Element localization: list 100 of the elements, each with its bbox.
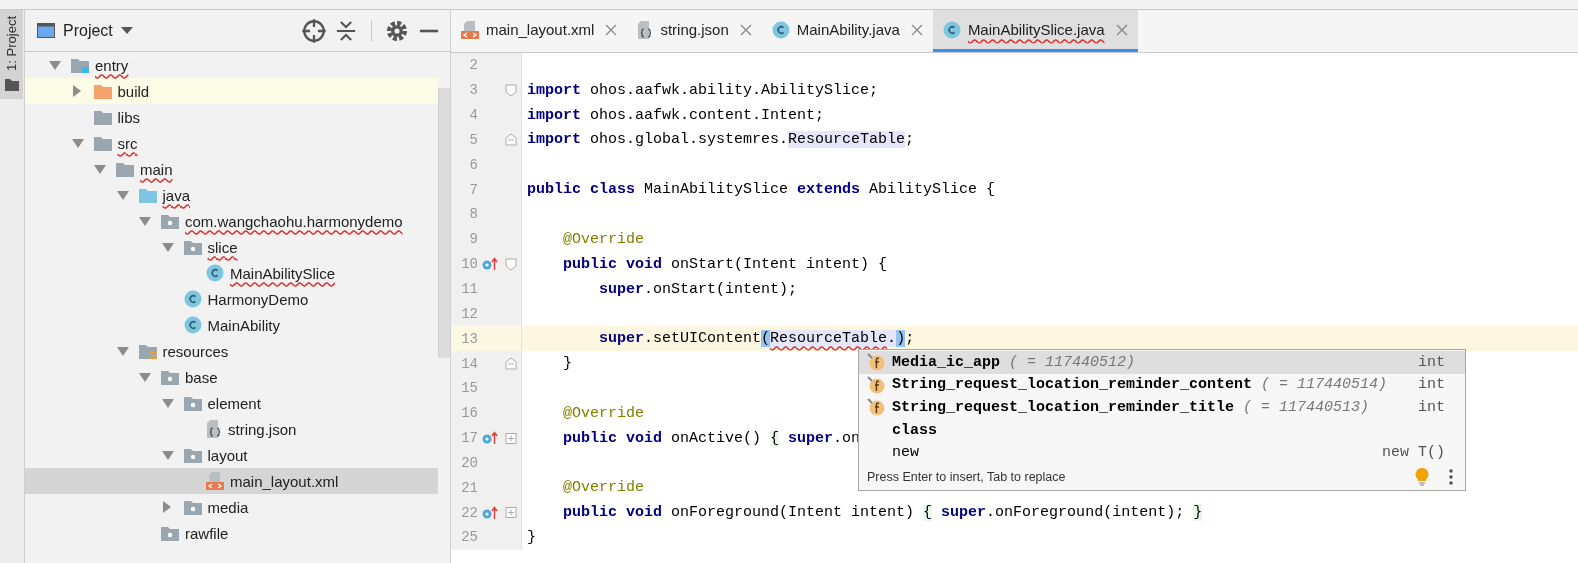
scrollbar-thumb[interactable] (438, 88, 450, 358)
code-line: @Override (562, 479, 645, 497)
line-number: 15 (460, 380, 478, 397)
caret-down-icon[interactable] (139, 372, 151, 382)
line-number: 3 (468, 82, 478, 99)
editor-tab[interactable]: MainAbility.java (761, 10, 933, 52)
caret-down-icon[interactable] (161, 450, 174, 460)
line-number: 13 (460, 330, 478, 347)
tree-item[interactable]: com.wangchaohu.harmonydemo (25, 208, 438, 234)
caret-down-icon[interactable] (49, 60, 61, 70)
project-view-selector[interactable]: Project (37, 21, 133, 40)
tree-item[interactable]: libs (25, 104, 438, 130)
close-icon[interactable] (605, 23, 618, 36)
crosshair-icon[interactable] (301, 17, 327, 44)
window-icon (37, 23, 55, 38)
fold-icon[interactable] (505, 133, 517, 147)
line-number: 7 (468, 181, 478, 198)
fold-icon[interactable] (505, 357, 517, 371)
close-icon[interactable] (910, 23, 923, 36)
line-number: 10 (460, 256, 478, 273)
tree-item[interactable]: entry (25, 52, 438, 78)
expand-fold-icon[interactable] (505, 431, 517, 445)
line-number: 2 (468, 57, 478, 74)
caret-down-icon[interactable] (94, 164, 106, 174)
editor-tab[interactable]: main_layout.xml (451, 10, 628, 52)
json-file-icon (206, 420, 222, 438)
line-number: 5 (468, 131, 478, 148)
editor-tab[interactable]: string.json (627, 10, 762, 52)
folder-icon (138, 187, 157, 203)
override-gutter-icon[interactable] (482, 257, 498, 272)
override-gutter-icon[interactable] (482, 505, 498, 520)
folder-icon (93, 135, 112, 151)
tree-item[interactable]: main_layout.xml (25, 468, 438, 494)
more-options-icon[interactable] (1449, 468, 1453, 485)
caret-down-icon[interactable] (116, 346, 129, 356)
field-icon (867, 353, 885, 372)
caret-down-icon[interactable] (71, 138, 84, 148)
tree-item[interactable]: slice (25, 234, 438, 260)
tree-item[interactable]: MainAbilitySlice (25, 260, 438, 286)
package-icon (161, 213, 179, 229)
line-number: 16 (460, 405, 478, 422)
line-number: 11 (460, 281, 478, 297)
tree-item[interactable]: rawfile (25, 520, 438, 546)
override-gutter-icon[interactable] (482, 431, 498, 446)
package-icon (161, 369, 179, 385)
json-file-icon (637, 20, 654, 39)
tree-item[interactable]: java (25, 182, 438, 208)
tree-item[interactable]: main (25, 156, 438, 182)
module-folder-icon (71, 57, 89, 73)
code-line: import ohos.aafwk.content.Intent; (527, 106, 825, 124)
project-tool-tab[interactable]: 1: Project (0, 10, 23, 99)
completion-item[interactable]: new new T() (859, 441, 1465, 464)
line-number: 8 (468, 206, 478, 223)
folder-icon (116, 161, 134, 177)
line-number: 20 (460, 454, 478, 471)
lightbulb-icon[interactable] (1415, 467, 1429, 486)
folder-icon (4, 78, 19, 91)
field-icon (867, 375, 885, 394)
folder-icon (93, 109, 112, 125)
expand-fold-icon[interactable] (505, 506, 517, 520)
completion-item[interactable]: class (859, 418, 1465, 442)
tree-item[interactable]: MainAbility (25, 312, 438, 338)
xml-file-icon (461, 20, 479, 39)
tree-item[interactable]: HarmonyDemo (25, 286, 438, 312)
completion-item[interactable]: String_request_location_reminder_content ( = 117440514) int (859, 373, 1465, 397)
close-icon[interactable] (739, 23, 752, 36)
package-icon (183, 239, 202, 255)
caret-down-icon[interactable] (161, 398, 174, 408)
close-icon[interactable] (1115, 23, 1128, 36)
line-number: 12 (460, 305, 478, 322)
editor-tab[interactable]: MainAbilitySlice.java (932, 10, 1138, 52)
tree-item[interactable]: layout (25, 442, 438, 468)
caret-down-icon[interactable] (139, 216, 151, 226)
fold-icon[interactable] (505, 83, 517, 97)
tree-item[interactable]: base (25, 364, 438, 390)
package-icon (183, 447, 202, 463)
line-number: 4 (468, 107, 478, 124)
caret-right-icon[interactable] (161, 501, 172, 513)
class-icon (183, 290, 202, 308)
caret-right-icon[interactable] (71, 85, 82, 97)
code-line: } (562, 355, 572, 373)
class-icon (771, 20, 790, 39)
caret-down-icon (120, 27, 133, 34)
line-number: 25 (460, 529, 478, 546)
folder-icon (93, 83, 112, 99)
tree-item[interactable]: build (25, 78, 438, 104)
caret-down-icon[interactable] (161, 242, 174, 252)
tree-item[interactable]: resources (25, 338, 438, 364)
completion-item[interactable]: Media_ic_app ( = 117440512) int (859, 351, 1465, 374)
completion-item[interactable]: String_request_location_reminder_title ( = 117440513) int (859, 396, 1465, 419)
tree-item[interactable]: string.json (25, 416, 438, 442)
package-icon (161, 525, 179, 541)
tree-item[interactable]: src (25, 130, 438, 156)
tree-item[interactable]: element (25, 390, 438, 416)
fold-icon[interactable] (505, 257, 517, 271)
tree-item[interactable]: media (25, 494, 438, 520)
class-icon (942, 20, 961, 39)
caret-down-icon[interactable] (116, 190, 129, 200)
line-number: 21 (460, 479, 478, 496)
package-icon (183, 395, 202, 411)
